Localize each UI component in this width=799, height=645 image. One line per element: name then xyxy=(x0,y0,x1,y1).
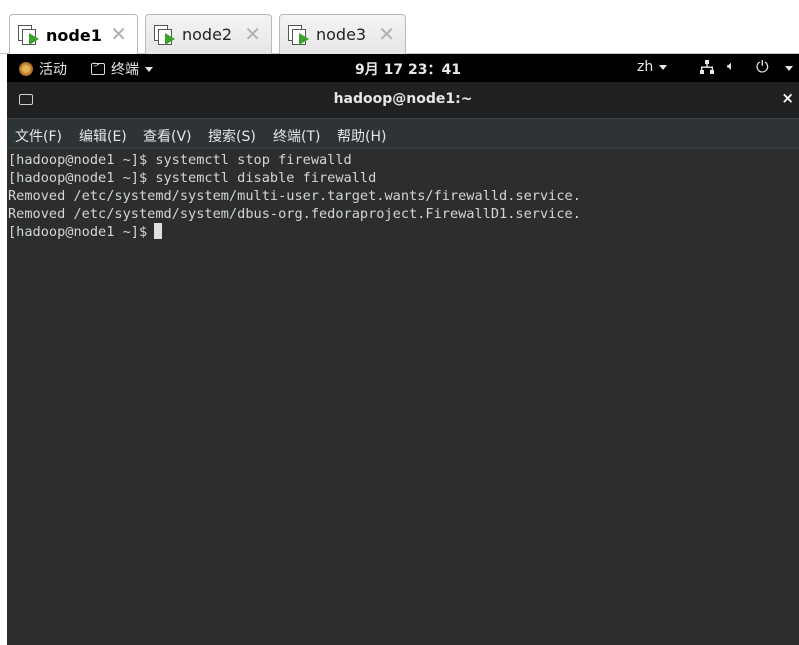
close-icon[interactable]: ✕ xyxy=(110,24,127,44)
terminal-line: [hadoop@node1 ~]$ systemctl disable fire… xyxy=(8,170,377,186)
terminal-icon xyxy=(91,60,105,75)
input-method-label: zh xyxy=(637,59,654,75)
terminal-line: Removed /etc/systemd/system/multi-user.t… xyxy=(8,188,581,204)
menu-file[interactable]: 文件(F) xyxy=(15,126,62,146)
tab-node3[interactable]: node3 ✕ xyxy=(279,14,406,54)
menu-edit[interactable]: 编辑(E) xyxy=(79,126,127,146)
menu-search[interactable]: 搜索(S) xyxy=(208,126,256,146)
terminal-window: hadoop@node1:~ × 文件(F) 编辑(E) 查看(V) 搜索(S)… xyxy=(7,82,799,645)
vm-icon xyxy=(18,24,40,46)
close-icon[interactable]: × xyxy=(781,89,794,107)
terminal-prompt: [hadoop@node1 ~]$ xyxy=(8,224,148,240)
text-cursor xyxy=(154,223,163,239)
gnome-foot-icon xyxy=(19,62,33,76)
vm-icon xyxy=(288,24,310,46)
terminal-line: [hadoop@node1 ~]$ systemctl stop firewal… xyxy=(8,152,352,168)
window-titlebar[interactable]: hadoop@node1:~ × xyxy=(7,82,799,118)
vm-tab-strip: node1 ✕ node2 ✕ node3 ✕ xyxy=(0,0,799,55)
terminal-line: Removed /etc/systemd/system/dbus-org.fed… xyxy=(8,206,581,222)
app-menu-label: 终端 xyxy=(111,62,139,78)
tab-label: node2 xyxy=(182,25,233,44)
chevron-down-icon xyxy=(659,64,668,70)
close-icon[interactable]: ✕ xyxy=(378,24,395,44)
window-title: hadoop@node1:~ xyxy=(333,91,473,107)
activities-button[interactable]: 活动 xyxy=(19,59,67,79)
app-menu-button[interactable]: 终端 xyxy=(91,59,153,79)
menu-terminal[interactable]: 终端(T) xyxy=(273,126,320,146)
clock[interactable]: 9月 17 23：41 xyxy=(355,59,461,79)
chevron-down-icon xyxy=(145,66,153,72)
vm-icon xyxy=(154,24,176,46)
chevron-down-icon[interactable] xyxy=(785,66,793,71)
tab-label: node1 xyxy=(46,25,102,45)
tab-node2[interactable]: node2 ✕ xyxy=(145,14,272,54)
input-method-button[interactable]: zh xyxy=(637,59,668,75)
menu-bar: 文件(F) 编辑(E) 查看(V) 搜索(S) 终端(T) 帮助(H) xyxy=(7,118,799,148)
terminal-output[interactable]: [hadoop@node1 ~]$ systemctl stop firewal… xyxy=(7,150,799,645)
network-icon[interactable] xyxy=(700,60,714,74)
close-icon[interactable]: ✕ xyxy=(244,24,261,44)
volume-icon[interactable]: 🔈︎ xyxy=(727,59,735,74)
tab-label: node3 xyxy=(316,25,367,44)
menu-view[interactable]: 查看(V) xyxy=(143,126,192,146)
menu-help[interactable]: 帮助(H) xyxy=(337,126,386,146)
tab-node1[interactable]: node1 ✕ xyxy=(9,14,138,55)
activities-label: 活动 xyxy=(39,62,67,78)
power-icon[interactable]: ⏻ xyxy=(756,57,769,77)
terminal-prompt-line: [hadoop@node1 ~]$ xyxy=(8,223,799,241)
gnome-top-bar: 活动 终端 9月 17 23：41 zh 🔈︎ ⏻ xyxy=(7,54,799,82)
